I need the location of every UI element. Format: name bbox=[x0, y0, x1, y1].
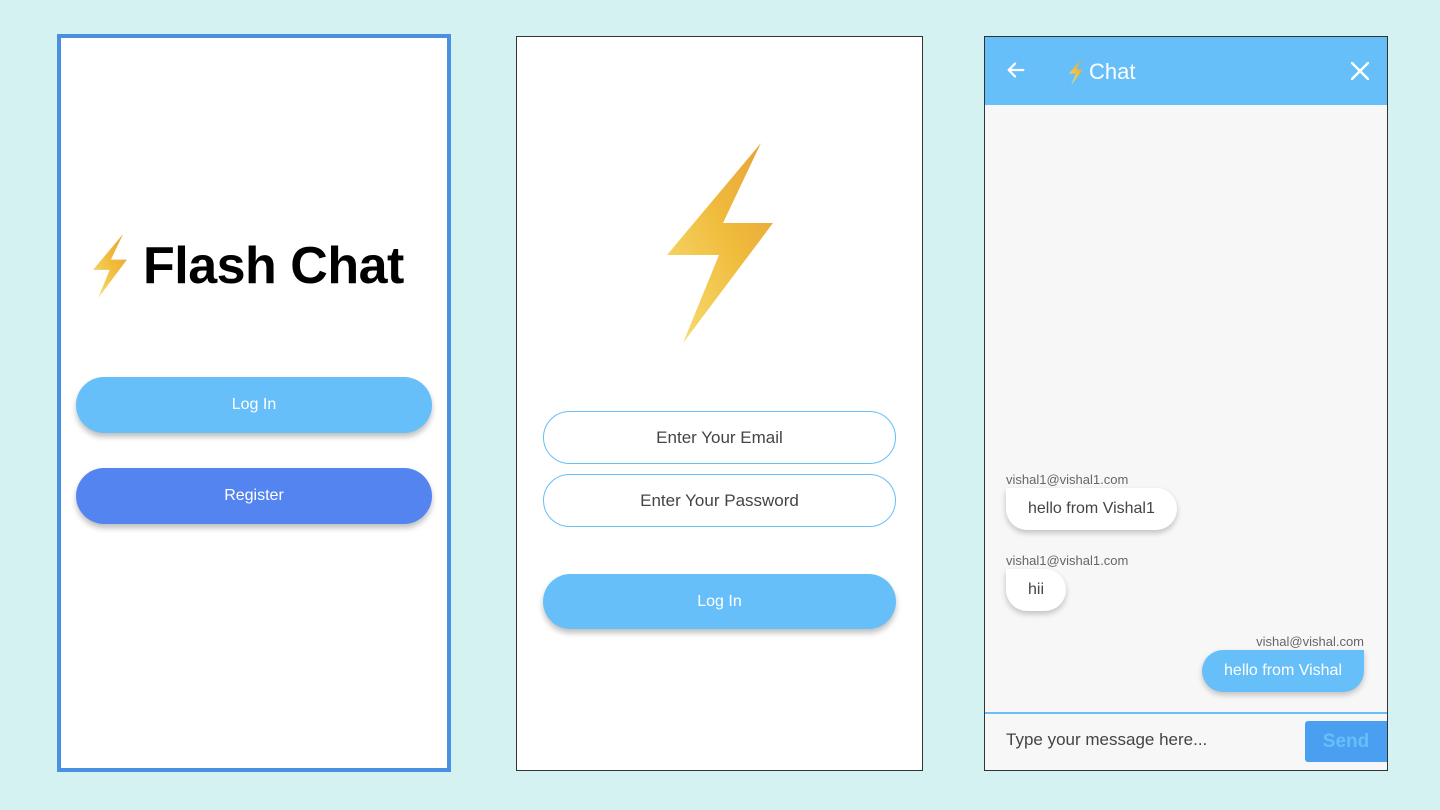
app-title: Flash Chat bbox=[143, 237, 404, 295]
message-input[interactable]: Type your message here... bbox=[1006, 730, 1207, 750]
login-button[interactable]: Log In bbox=[76, 377, 432, 433]
email-field[interactable]: Enter Your Email bbox=[543, 411, 896, 464]
chat-title-text: Chat bbox=[1089, 59, 1136, 84]
chat-title: Chat bbox=[1069, 59, 1135, 85]
close-icon[interactable] bbox=[1351, 62, 1369, 80]
message-sender: vishal@vishal.com bbox=[1256, 634, 1364, 649]
password-field[interactable]: Enter Your Password bbox=[543, 474, 896, 527]
brand-header: Flash Chat bbox=[93, 234, 404, 298]
message-sender: vishal1@vishal1.com bbox=[1006, 553, 1129, 568]
register-button[interactable]: Register bbox=[76, 468, 432, 524]
chat-app-bar: Chat bbox=[985, 37, 1387, 105]
lightning-bolt-icon bbox=[667, 143, 773, 343]
lightning-bolt-icon bbox=[93, 234, 127, 298]
back-arrow-icon[interactable] bbox=[1005, 59, 1027, 81]
login-screen: Enter Your Email Enter Your Password Log… bbox=[516, 36, 923, 771]
message-composer: Type your message here... Send bbox=[985, 712, 1387, 770]
message-bubble: hello from Vishal bbox=[1202, 650, 1364, 692]
welcome-screen: Flash Chat Log In Register bbox=[57, 34, 451, 772]
message-bubble: hello from Vishal1 bbox=[1006, 488, 1177, 530]
message-sender: vishal1@vishal1.com bbox=[1006, 472, 1129, 487]
lightning-bolt-icon bbox=[1069, 59, 1083, 85]
send-button[interactable]: Send bbox=[1305, 721, 1387, 762]
message-bubble: hii bbox=[1006, 569, 1067, 611]
login-submit-button[interactable]: Log In bbox=[543, 574, 896, 629]
chat-screen: Chat vishal1@vishal1.com hello from Vish… bbox=[984, 36, 1388, 771]
